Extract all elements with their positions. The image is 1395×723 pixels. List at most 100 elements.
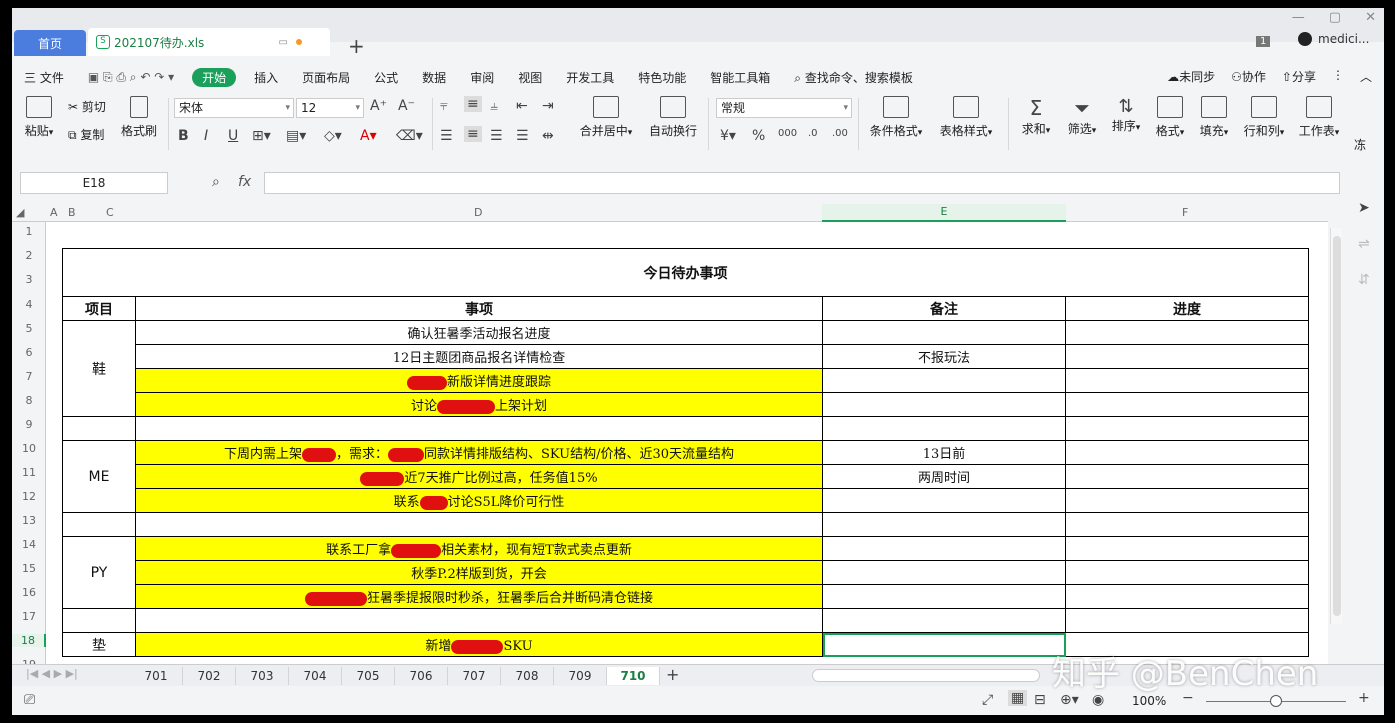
filter-button[interactable]: ⏷ 筛选▾ [1064,96,1100,137]
menu-view[interactable]: 视图 [506,69,554,86]
more-icon[interactable]: ⋮ [1332,68,1344,85]
fill-button[interactable]: 填充▾ [1196,96,1232,139]
menu-review[interactable]: 审阅 [458,69,506,86]
category-py[interactable]: PY [62,536,136,609]
empty-cell[interactable] [1065,416,1309,441]
empty-cell[interactable] [822,416,1066,441]
row-number-selected[interactable]: 18 [12,634,46,647]
currency-icon[interactable]: ¥▾ [720,128,736,144]
transfer-icon[interactable]: ⇵ [1358,272,1370,288]
task-cell[interactable]: 联系 讨论S5L降价可行性 [135,488,823,513]
maximize-icon[interactable]: ▢ [1329,10,1341,25]
row-number[interactable]: 1 [12,225,46,238]
clear-icon[interactable]: ⌫▾ [396,128,423,144]
fx-icon[interactable]: fx [238,174,251,190]
vertical-scrollbar[interactable] [1330,228,1342,624]
table-title[interactable]: 今日待办事项 [62,248,1309,297]
sheet-tab[interactable]: 706 [395,667,448,685]
menu-page-layout[interactable]: 页面布局 [290,69,362,86]
header-task[interactable]: 事项 [135,296,823,321]
progress-cell[interactable] [1065,584,1309,609]
formula-input[interactable] [264,172,1340,194]
worksheet-button[interactable]: 工作表▾ [1296,96,1342,139]
fill-color-icon[interactable]: ◇▾ [324,128,342,144]
note-cell[interactable] [822,536,1066,561]
row-number[interactable]: 17 [12,610,46,623]
header-progress[interactable]: 进度 [1065,296,1309,321]
empty-cell[interactable] [1065,512,1309,537]
sheet-tab[interactable]: 704 [289,667,342,685]
task-cell[interactable]: 讨论 上架计划 [135,392,823,417]
task-cell[interactable]: 新增 SKU [135,632,823,657]
sync-button[interactable]: ☁未同步 [1167,68,1215,85]
cell-style-icon[interactable]: ▤▾ [286,128,306,144]
progress-cell[interactable] [1065,440,1309,465]
normal-view-icon[interactable]: ▦ [1008,690,1028,706]
empty-cell[interactable] [135,512,823,537]
share-button[interactable]: ⇧分享 [1282,68,1316,85]
italic-icon[interactable]: I [204,128,208,144]
wrap-text-button[interactable]: 自动换行 [646,96,700,139]
collapse-ribbon-icon[interactable]: ︿ [1360,68,1372,85]
monitor-icon[interactable]: ▭ [279,37,288,48]
font-size-select[interactable]: 12 [296,98,364,118]
sheet-tab[interactable]: 708 [501,667,554,685]
note-cell[interactable] [822,320,1066,345]
col-c[interactable]: C [106,206,114,219]
border-icon[interactable]: ⊞▾ [252,128,271,144]
empty-cell[interactable] [1065,608,1309,633]
col-d[interactable]: D [474,206,482,219]
format-button[interactable]: 格式▾ [1152,96,1188,139]
empty-cell[interactable] [62,416,136,441]
progress-cell[interactable] [1065,320,1309,345]
note-cell[interactable] [822,560,1066,585]
thousands-icon[interactable]: 000 [778,128,797,139]
horizontal-scrollbar[interactable] [812,669,1040,682]
row-number[interactable]: 12 [12,490,46,503]
cut-button[interactable]: ✂ 剪切 [68,98,106,115]
sheet-tab[interactable]: 703 [236,667,289,685]
properties-icon[interactable]: ⇌ [1358,236,1370,252]
user-account[interactable]: medici... [1298,32,1369,46]
header-project[interactable]: 项目 [62,296,136,321]
indent-increase-icon[interactable]: ⇥ [542,98,554,114]
task-cell[interactable]: 下周内需上架 ，需求： 同款详情排版结构、SKU结构/价格、近30天流量结构 [135,440,823,465]
row-number[interactable]: 8 [12,394,46,407]
conditional-format-button[interactable]: 条件格式▾ [866,96,926,139]
font-family-select[interactable]: 宋体 [174,98,294,118]
new-tab-plus-icon[interactable]: + [348,34,365,58]
decrease-decimal-icon[interactable]: .00 [832,128,848,139]
note-cell[interactable] [822,392,1066,417]
page-break-icon[interactable]: ⊟ [1034,692,1046,708]
col-a[interactable]: A [50,206,58,219]
command-search[interactable]: ⌕ 查找命令、搜索模板 [782,69,925,86]
task-cell[interactable]: 12日主题团商品报名详情检查 [135,344,823,369]
align-bottom-icon[interactable]: ⫨ [490,98,498,114]
row-number[interactable]: 2 [12,249,46,262]
zoom-slider-handle[interactable] [1270,695,1282,707]
sheet-tab[interactable]: 702 [183,667,236,685]
note-cell[interactable] [822,584,1066,609]
progress-cell[interactable] [1065,368,1309,393]
menu-features[interactable]: 特色功能 [626,69,698,86]
sort-button[interactable]: ⇅ 排序▾ [1108,96,1144,134]
row-number[interactable]: 16 [12,586,46,599]
close-icon[interactable]: ✕ [1365,10,1376,25]
menu-formula[interactable]: 公式 [362,69,410,86]
progress-cell[interactable] [1065,560,1309,585]
sum-button[interactable]: Σ 求和▾ [1018,96,1054,137]
indent-decrease-icon[interactable]: ⇤ [516,98,528,114]
increase-decimal-icon[interactable]: .0 [808,128,818,139]
freeze-button[interactable]: 冻 [1354,136,1366,153]
progress-cell[interactable] [1065,344,1309,369]
row-number[interactable]: 3 [12,273,46,286]
note-cell[interactable]: 13日前 [822,440,1066,465]
underline-icon[interactable]: U [228,128,238,144]
cursor-icon[interactable]: ➤ [1358,200,1370,216]
align-top-icon[interactable]: ⫧ [440,98,448,114]
category-pad[interactable]: 垫 [62,632,136,657]
number-format-select[interactable]: 常规 [716,98,852,118]
zoom-level[interactable]: 100% [1132,694,1166,708]
format-painter-button[interactable]: 格式刷 [118,96,160,139]
align-right-icon[interactable]: ☰ [490,128,503,144]
